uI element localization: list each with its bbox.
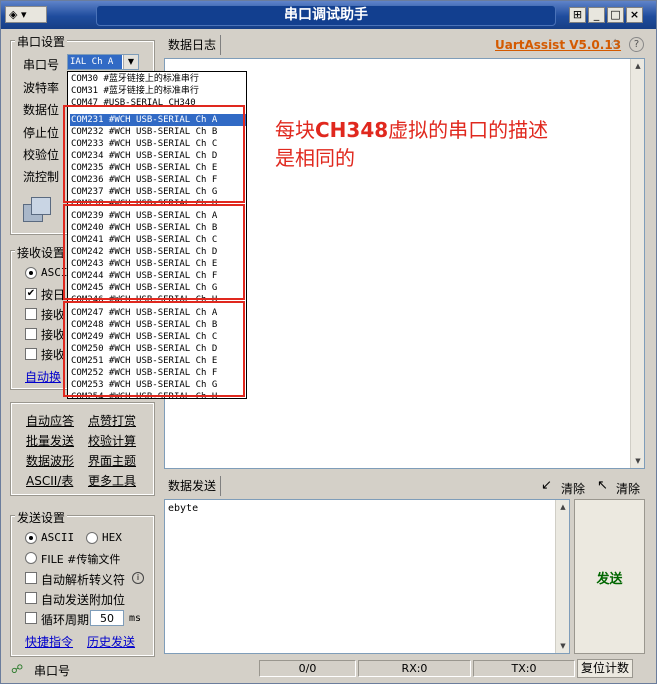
send-input-text: ebyte <box>168 503 199 514</box>
annotation-prefix: 每块 <box>275 118 315 142</box>
theme-gem-icon[interactable]: ♢ <box>609 37 622 53</box>
maximize-icon[interactable]: □ <box>607 7 624 23</box>
receive-option-4-label: 接收 <box>41 348 66 362</box>
receive-option-2-label: 接收 <box>41 308 66 322</box>
connect-icon[interactable] <box>21 196 55 226</box>
auto-append-label: 自动发送附加位 <box>41 593 126 607</box>
receive-option-2-checkbox[interactable] <box>25 308 37 320</box>
shortcut-link[interactable]: 快捷指令 <box>25 633 73 650</box>
clear-button-2[interactable]: 清除 <box>616 480 640 497</box>
send-scrollbar[interactable]: ▲ ▼ <box>555 500 569 653</box>
dropdown-item[interactable]: COM31 #蓝牙链接上的标准串行 <box>70 85 246 97</box>
clear-receive-icon[interactable]: ↖ <box>597 478 608 493</box>
history-link[interactable]: 历史发送 <box>87 633 135 650</box>
window-title: 串口调试助手 <box>96 5 556 26</box>
send-input[interactable]: ebyte ▲ ▼ <box>164 499 570 654</box>
system-menu-button[interactable]: ◈ ▾ <box>5 6 47 23</box>
send-button-label: 发送 <box>596 572 623 587</box>
minimize-icon[interactable]: _ <box>588 7 605 23</box>
help-icon[interactable]: ? <box>629 37 644 52</box>
annotation-line-2: 是相同的 <box>275 146 355 170</box>
waveform-link[interactable]: 数据波形 <box>26 452 74 469</box>
send-file-radio[interactable] <box>25 552 37 564</box>
serial-settings-label: 串口设置 <box>15 33 68 50</box>
auto-append-checkbox[interactable] <box>25 592 37 604</box>
port-select-value: IAL Ch A <box>68 55 122 69</box>
send-hex-radio[interactable] <box>86 532 98 544</box>
loop-label: 循环周期 <box>41 613 90 627</box>
theme-link[interactable]: 界面主题 <box>88 452 136 469</box>
receive-scrollbar[interactable]: ▲ ▼ <box>630 59 644 468</box>
tips-link[interactable]: 点赞打赏 <box>88 412 136 429</box>
info-icon[interactable]: i <box>132 572 144 584</box>
close-icon[interactable]: × <box>626 7 643 23</box>
receive-option-1-checkbox[interactable]: ✔ <box>25 288 37 300</box>
status-port-label: 串口号 <box>34 664 71 678</box>
stop-bits-label: 停止位 <box>23 126 60 140</box>
scroll-down-icon[interactable]: ▼ <box>631 454 645 468</box>
auto-escape-label: 自动解析转义符 <box>41 573 126 587</box>
batch-send-link[interactable]: 批量发送 <box>26 432 74 449</box>
chevron-down-icon[interactable]: ▼ <box>123 55 138 69</box>
app-window: ◈ ▾ 串口调试助手 ⊞ _ □ × 串口设置 串口号 波特率 数据位 停止位 … <box>0 0 657 684</box>
highlight-box-2 <box>63 204 245 300</box>
send-scroll-up-icon[interactable]: ▲ <box>556 500 570 514</box>
send-hex-label: HEX <box>102 531 122 544</box>
parity-label: 校验位 <box>23 148 60 162</box>
status-port-icon: ☍ <box>11 662 24 676</box>
auto-link[interactable]: 自动换 <box>25 368 61 385</box>
tab-data-send[interactable]: 数据发送 <box>164 476 222 496</box>
checksum-link[interactable]: 校验计算 <box>88 432 136 449</box>
baud-label: 波特率 <box>23 81 60 95</box>
annotation-bold: CH348 <box>315 118 389 142</box>
dropdown-item[interactable]: COM30 #蓝牙链接上的标准串行 <box>70 73 246 85</box>
annotation-suffix: 虚拟的串口的描述 <box>388 118 549 142</box>
loop-send-checkbox[interactable] <box>25 612 37 624</box>
more-tools-link[interactable]: 更多工具 <box>88 472 136 489</box>
send-ascii-radio[interactable] <box>25 532 37 544</box>
data-bits-label: 数据位 <box>23 103 60 117</box>
port-label: 串口号 <box>23 58 60 72</box>
receive-option-3-label: 接收 <box>41 328 66 342</box>
status-rx: RX:0 <box>358 660 471 677</box>
send-settings-label: 发送设置 <box>15 509 68 526</box>
clear-send-icon[interactable]: ↙ <box>541 478 552 493</box>
auto-reply-link[interactable]: 自动应答 <box>26 412 74 429</box>
ascii-table-link[interactable]: ASCII/表 <box>26 472 73 489</box>
send-scroll-down-icon[interactable]: ▼ <box>556 639 570 653</box>
reset-count-button[interactable]: 复位计数 <box>577 659 633 678</box>
send-button[interactable]: 发送 <box>574 499 645 654</box>
status-tx: TX:0 <box>473 660 575 677</box>
clear-button-1[interactable]: 清除 <box>561 480 585 497</box>
send-file-label: FILE #传输文件 <box>41 553 121 566</box>
flow-label: 流控制 <box>23 170 60 184</box>
pin-icon[interactable]: ⊞ <box>569 7 586 23</box>
receive-ascii-radio[interactable] <box>25 267 37 279</box>
highlight-box-3 <box>63 301 245 397</box>
auto-escape-checkbox[interactable] <box>25 572 37 584</box>
receive-option-3-checkbox[interactable] <box>25 328 37 340</box>
scroll-up-icon[interactable]: ▲ <box>631 59 645 73</box>
receive-option-4-checkbox[interactable] <box>25 348 37 360</box>
tab-data-log[interactable]: 数据日志 <box>164 35 222 55</box>
port-select[interactable]: IAL Ch A ▼ <box>67 54 139 70</box>
title-bar: ◈ ▾ 串口调试助手 ⊞ _ □ × <box>1 1 656 29</box>
loop-unit-label: ms <box>129 613 142 624</box>
receive-option-1-label: 按日 <box>41 288 66 302</box>
highlight-box-1 <box>63 105 245 203</box>
receive-settings-label: 接收设置 <box>15 244 68 261</box>
brand-link[interactable]: UartAssist V5.0.13 <box>495 38 621 52</box>
annotation-text: 每块CH348虚拟的串口的描述 是相同的 <box>275 116 548 172</box>
loop-period-input[interactable] <box>90 610 124 626</box>
send-ascii-label: ASCII <box>41 531 75 544</box>
status-count: 0/0 <box>259 660 356 677</box>
